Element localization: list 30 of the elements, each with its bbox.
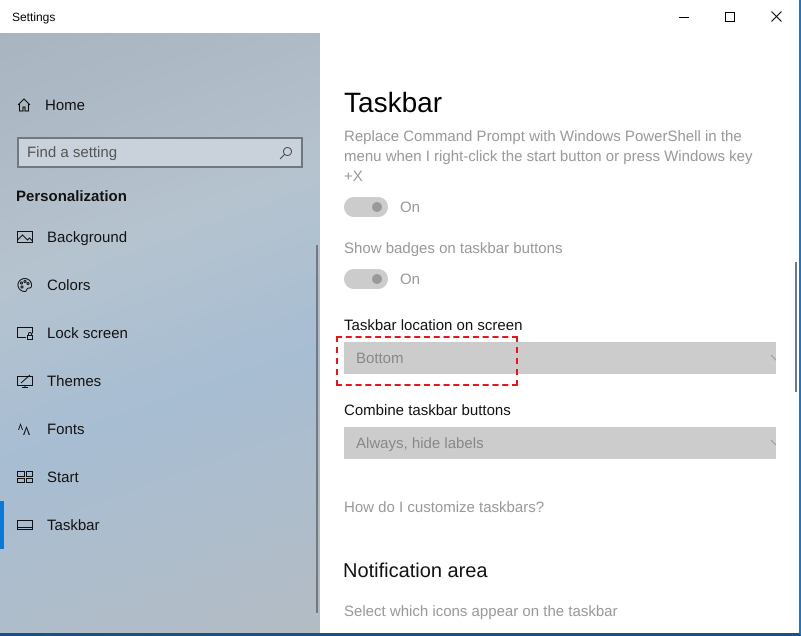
- window-title: Settings: [12, 10, 56, 24]
- page-title: Taskbar: [344, 87, 444, 119]
- search-input[interactable]: Find a setting: [27, 144, 279, 161]
- taskbar-icon: [16, 517, 34, 533]
- nav-item[interactable]: Background: [0, 213, 320, 261]
- setting-label: Combine taskbar buttons: [344, 402, 512, 419]
- nav-item[interactable]: Colors: [0, 261, 320, 309]
- home-icon: [16, 97, 32, 113]
- tiles-icon: [16, 469, 34, 485]
- nav-item[interactable]: Themes: [0, 357, 320, 405]
- picture-frame-icon: [16, 229, 34, 245]
- maximize-icon: [725, 12, 735, 22]
- search-icon: [279, 146, 293, 160]
- nav-item[interactable]: Start: [0, 453, 320, 501]
- setting-label: Taskbar location on screen: [344, 317, 524, 334]
- section-heading: Notification area: [343, 560, 489, 583]
- nav-item[interactable]: Fonts: [0, 405, 320, 453]
- section-heading: Personalization: [15, 188, 128, 205]
- search-field[interactable]: Find a setting: [17, 137, 303, 168]
- nav-item[interactable]: Taskbar: [0, 501, 320, 549]
- setting-description: Show badges on taskbar buttons: [344, 239, 564, 259]
- toggle-state: On: [400, 270, 420, 288]
- lock-screen-icon: [16, 325, 34, 341]
- toggle-state: On: [400, 198, 420, 216]
- paintbrush-monitor-icon: [16, 373, 34, 389]
- palette-icon: [16, 277, 34, 293]
- close-icon: [770, 11, 782, 22]
- nav-item[interactable]: Lock screen: [0, 309, 320, 357]
- setting-description: Replace Command Prompt with Windows PowerShell in the menu when I right-click the start button or press Windows key +X: [344, 127, 754, 187]
- home-link[interactable]: Home: [0, 93, 320, 117]
